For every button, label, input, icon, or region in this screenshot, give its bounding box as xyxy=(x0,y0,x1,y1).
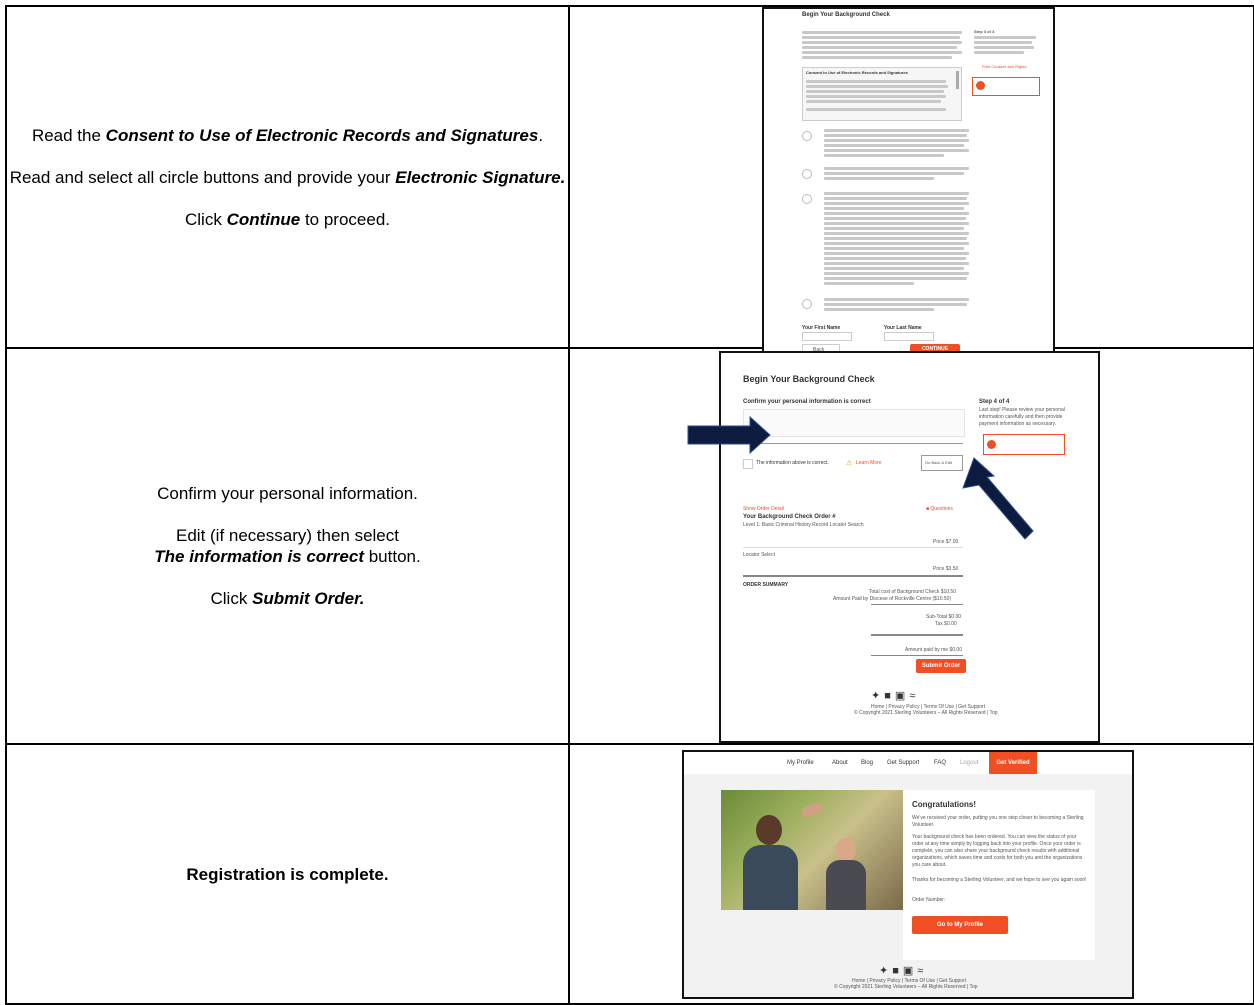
instruction-line: Edit (if necessary) then select The info… xyxy=(154,526,421,566)
nav-blog[interactable]: Blog xyxy=(861,760,873,766)
print-consent-link[interactable]: Print Consent and Rights xyxy=(982,64,1026,69)
facebook-icon: ■ xyxy=(892,965,903,977)
instruction-line: Click Submit Order. xyxy=(210,589,365,608)
congrats-p2: Your background check has been ordered. … xyxy=(912,834,1083,868)
last-name-field[interactable] xyxy=(884,332,934,341)
first-name-field[interactable] xyxy=(802,332,852,341)
social-icons[interactable]: ✦■▣≈ xyxy=(879,964,927,977)
table-row: Read the Consent to Use of Electronic Re… xyxy=(5,5,1254,359)
consent-radio[interactable] xyxy=(802,299,812,309)
table-row: Confirm your personal information. Edit … xyxy=(5,347,1254,745)
go-to-my-profile-button[interactable]: Go to My Profile xyxy=(912,916,1008,934)
consent-radio[interactable] xyxy=(802,131,812,141)
linkedin-icon: ▣ xyxy=(902,965,918,977)
consent-radio[interactable] xyxy=(802,169,812,179)
instruction-line: Click Continue to proceed. xyxy=(185,209,390,229)
instruction-line: Confirm your personal information. xyxy=(157,484,418,503)
instruction-cell: Registration is complete. xyxy=(5,743,570,1005)
consent-screenshot: Begin Your Background Check Step 3 of 4 … xyxy=(762,7,1055,359)
volunteer-photo xyxy=(721,790,903,910)
congrats-screenshot: My Profile About Blog Get Support FAQ Lo… xyxy=(682,750,1134,999)
order-number-label: Order Number: xyxy=(912,897,946,903)
instruction-cell: Confirm your personal information. Edit … xyxy=(5,347,570,745)
copyright: © Copyright 2021 Sterling Volunteers – A… xyxy=(834,984,978,990)
step-label: Step 3 of 4 xyxy=(974,29,995,34)
instruction-table: Read the Consent to Use of Electronic Re… xyxy=(5,5,1254,1005)
instruction-line: Read and select all circle buttons and p… xyxy=(9,167,566,187)
get-verified-button[interactable]: Get Verified xyxy=(989,752,1037,774)
instruction-line: Read the Consent to Use of Electronic Re… xyxy=(31,125,544,145)
table-row: Registration is complete. My Profile Abo… xyxy=(5,743,1254,1005)
instruction-line: Registration is complete. xyxy=(186,864,389,884)
congrats-panel: Congratulations! We've received your ord… xyxy=(903,790,1095,960)
rss-icon: ≈ xyxy=(917,965,928,977)
nav-faq[interactable]: FAQ xyxy=(934,760,946,766)
first-name-label: Your First Name xyxy=(802,325,841,331)
diagonal-arrow-icon xyxy=(962,457,1034,540)
congrats-p1: We've received your order, putting you o… xyxy=(912,815,1084,828)
screenshot-cell: Begin Your Background Check Step 3 of 4 … xyxy=(568,5,1254,359)
screenshot-cell: Begin Your Background Check Confirm your… xyxy=(568,347,1254,745)
nav-logout[interactable]: Logout xyxy=(960,760,978,766)
congrats-p3: Thanks for becoming a Sterling Volunteer… xyxy=(912,877,1087,883)
instruction-cell: Read the Consent to Use of Electronic Re… xyxy=(5,5,570,349)
consent-box[interactable]: Consent to Use of Electronic Records and… xyxy=(802,67,962,121)
page-title: Begin Your Background Check xyxy=(802,12,890,18)
congrats-heading: Congratulations! xyxy=(912,800,976,809)
right-arrow-icon xyxy=(687,415,771,455)
top-nav: My Profile About Blog Get Support FAQ Lo… xyxy=(684,752,1132,774)
consent-heading: Consent to Use of Electronic Records and… xyxy=(806,70,908,75)
nav-about[interactable]: About xyxy=(832,760,848,766)
screenshot-cell: My Profile About Blog Get Support FAQ Lo… xyxy=(568,743,1254,1005)
consent-radio[interactable] xyxy=(802,194,812,204)
nav-get-support[interactable]: Get Support xyxy=(887,760,919,766)
nav-my-profile[interactable]: My Profile xyxy=(787,760,814,766)
annotation-arrows xyxy=(687,415,1034,540)
last-name-label: Your Last Name xyxy=(884,325,922,331)
twitter-icon: ✦ xyxy=(879,965,893,977)
secure-badge xyxy=(972,77,1040,96)
